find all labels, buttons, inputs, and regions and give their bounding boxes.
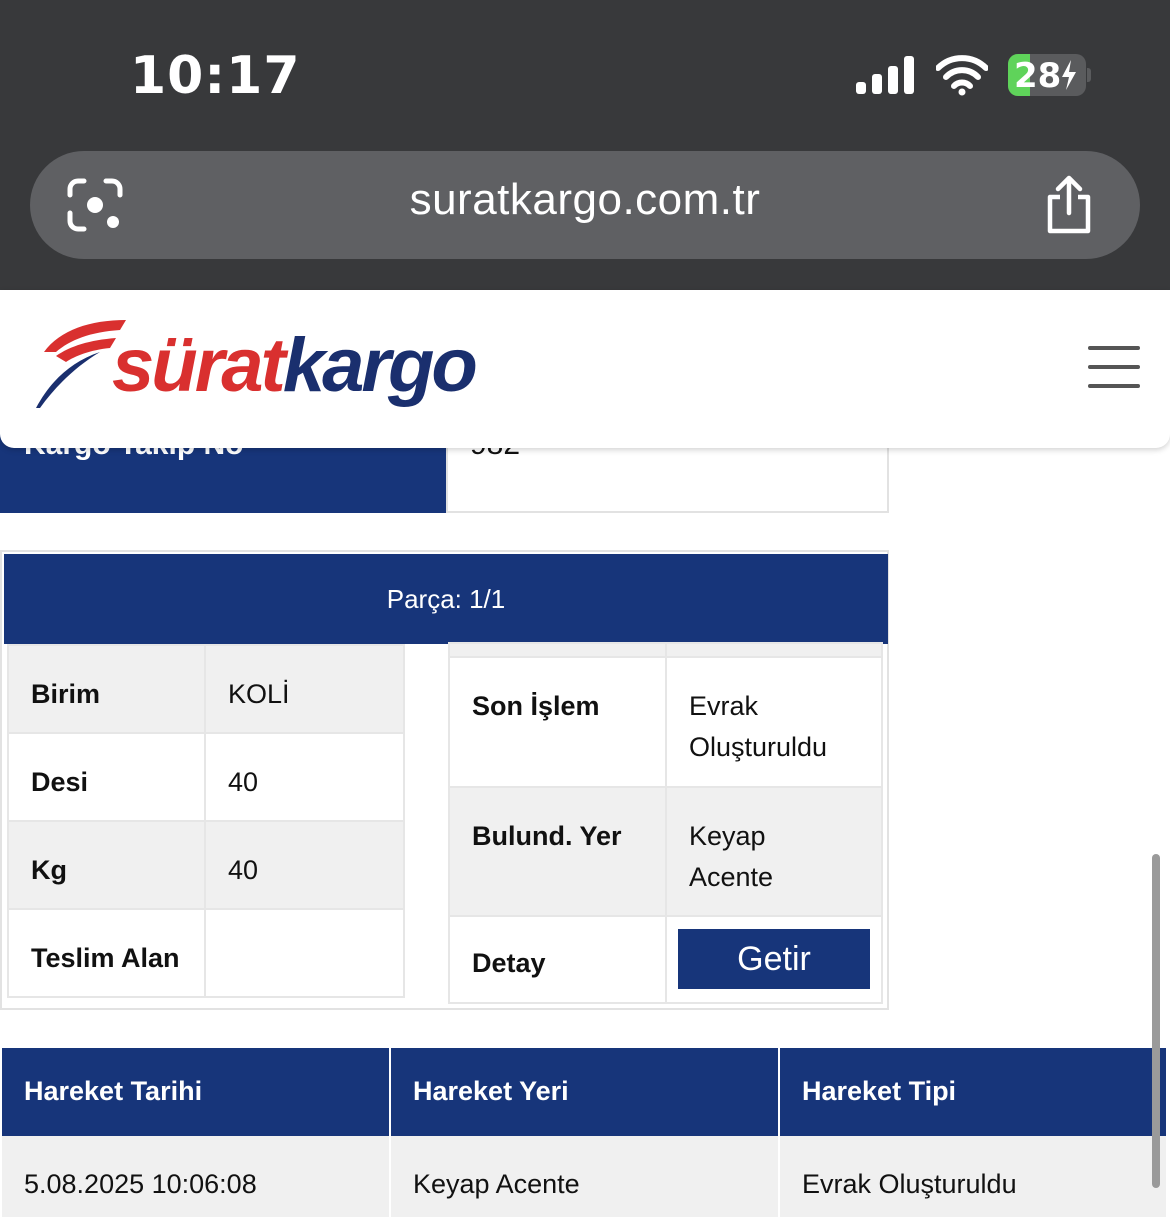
desi-value: 40 (204, 732, 405, 822)
hamburger-menu-icon[interactable] (1088, 346, 1140, 388)
wifi-icon (936, 55, 988, 96)
son-islem-value: Evrak Oluşturuldu (665, 656, 883, 788)
hareket-tarihi-header: Hareket Tarihi (2, 1048, 391, 1136)
teslim-alan-label: Teslim Alan (7, 908, 206, 998)
url-text[interactable]: suratkargo.com.tr (30, 175, 1140, 225)
suratkargo-logo[interactable]: süratkargo (30, 312, 478, 412)
table-row-type: Evrak Oluşturuldu (780, 1136, 1166, 1217)
hareket-tipi-header: Hareket Tipi (780, 1048, 1166, 1136)
cellular-signal-icon (856, 56, 916, 94)
detay-label: Detay (448, 915, 667, 1004)
desi-label: Desi (7, 732, 206, 822)
browser-chrome: 10:17 28 suratkargo.com.tr (0, 0, 1170, 290)
teslim-alan-value (204, 908, 405, 998)
site-header: süratkargo (0, 290, 1170, 448)
kg-label: Kg (7, 820, 206, 910)
bulund-yer-value: Keyap Acente (665, 786, 883, 917)
birim-value: KOLİ (204, 644, 405, 734)
share-icon[interactable] (1042, 175, 1096, 235)
son-islem-label: Son İşlem (448, 656, 667, 788)
battery-icon: 28 (1008, 54, 1086, 96)
status-time: 10:17 (130, 46, 301, 106)
getir-button[interactable]: Getir (678, 929, 870, 989)
birim-label: Birim (7, 644, 206, 734)
page-scrollbar[interactable] (1152, 854, 1160, 1188)
table-row-location: Keyap Acente (391, 1136, 780, 1217)
battery-percent: 28 (1014, 56, 1062, 96)
table-row-date: 5.08.2025 10:06:08 (2, 1136, 391, 1217)
battery-cap (1087, 68, 1091, 82)
hareket-yeri-header: Hareket Yeri (391, 1048, 780, 1136)
kg-value: 40 (204, 820, 405, 910)
parca-header: Parça: 1/1 (4, 554, 888, 644)
address-bar[interactable]: suratkargo.com.tr (30, 151, 1140, 259)
logo-wordmark: süratkargo (112, 323, 478, 408)
bulund-yer-label: Bulund. Yer (448, 786, 667, 917)
charging-bolt-icon (1062, 60, 1076, 90)
